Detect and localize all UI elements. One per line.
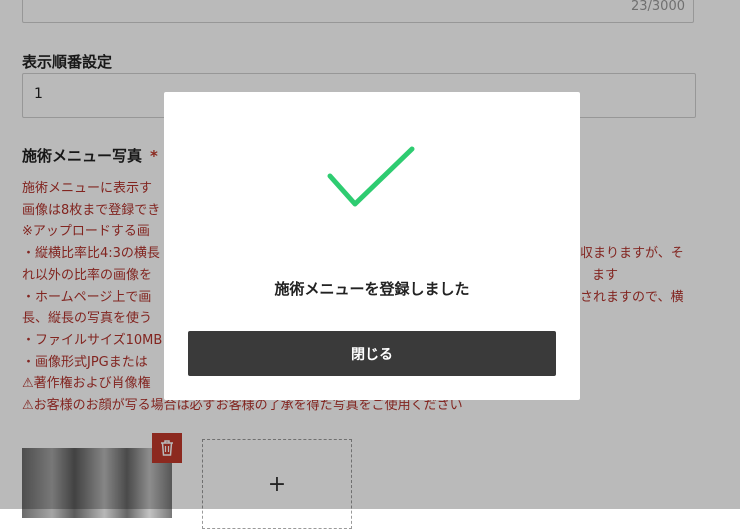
checkmark-icon (327, 146, 415, 207)
close-button[interactable]: 閉じる (188, 331, 556, 376)
success-dialog: 施術メニューを登録しました 閉じる (164, 92, 580, 400)
success-message: 施術メニューを登録しました (274, 280, 470, 298)
